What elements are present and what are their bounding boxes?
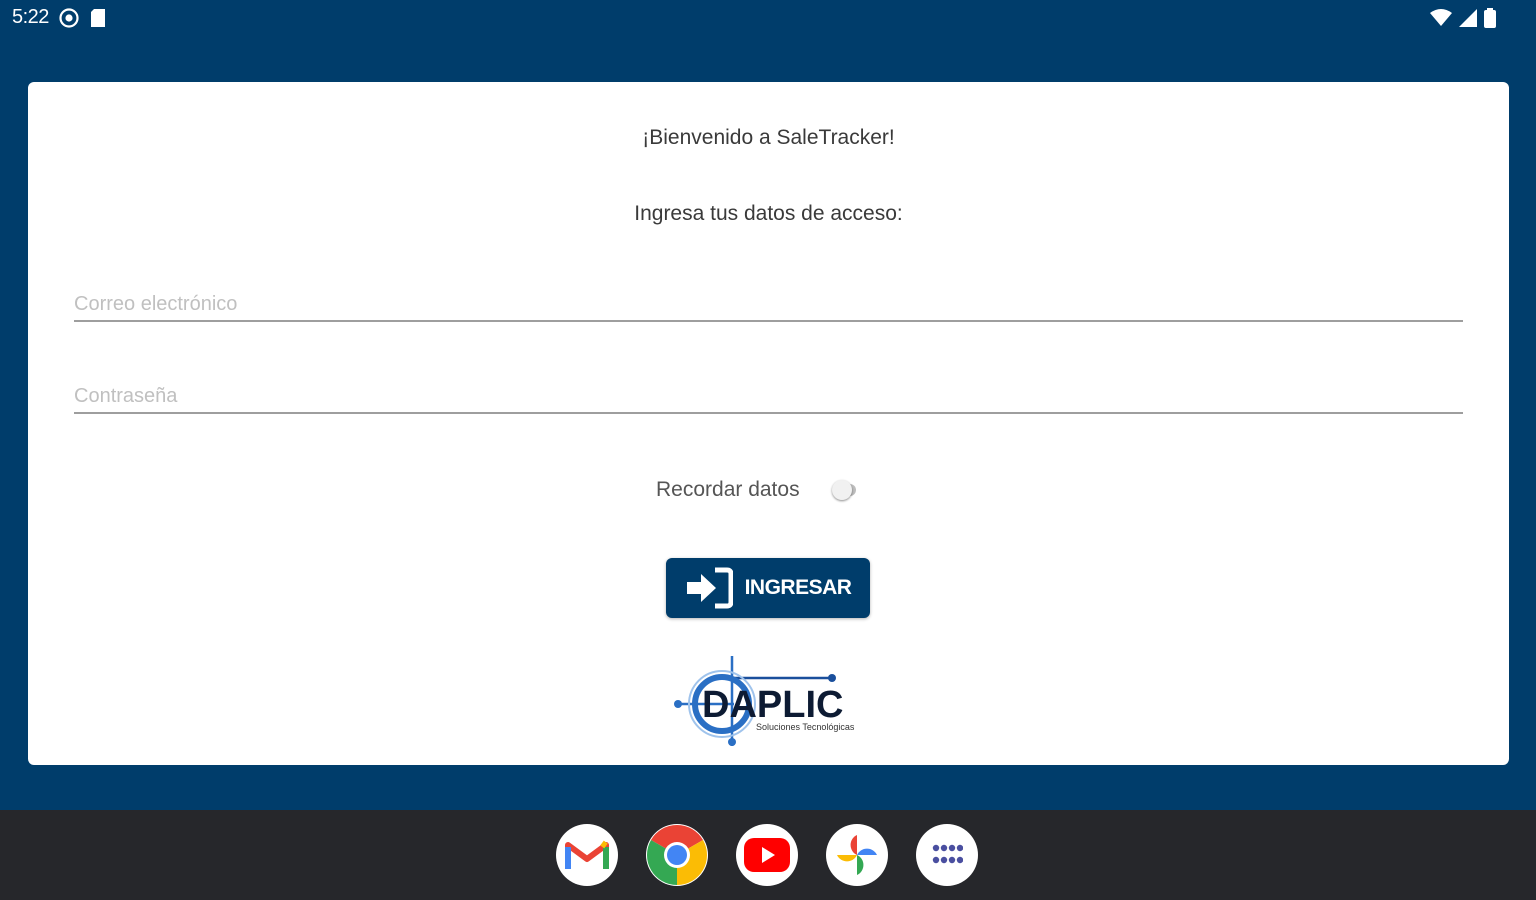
chrome-icon[interactable] <box>646 824 708 886</box>
cell-signal-icon <box>1459 9 1477 27</box>
welcome-title: ¡Bienvenido a SaleTracker! <box>642 126 895 149</box>
app-dock <box>556 824 978 886</box>
login-card: ¡Bienvenido a SaleTracker! Ingresa tus d… <box>28 82 1509 765</box>
sd-card-icon <box>90 8 105 27</box>
password-input[interactable] <box>74 385 1463 408</box>
remember-row: Recordar datos <box>656 478 858 502</box>
login-button-label: INGRESAR <box>744 576 852 599</box>
status-right <box>1430 8 1496 28</box>
nav-bar <box>0 810 1536 900</box>
wifi-icon <box>1430 9 1452 26</box>
logo-letter: DAPLIC <box>702 684 843 726</box>
status-bar: 5:22 <box>0 0 1536 40</box>
login-prompt: Ingresa tus datos de acceso: <box>634 202 903 225</box>
sign-in-icon <box>686 567 733 609</box>
daplic-logo-graphic: DAPLIC Soluciones Tecnológicas <box>674 656 855 746</box>
battery-icon <box>1484 8 1496 28</box>
daplic-logo: DAPLIC Soluciones Tecnológicas <box>674 654 874 748</box>
status-left: 5:22 <box>12 6 107 29</box>
app-drawer-icon[interactable] <box>916 824 978 886</box>
email-field <box>74 280 1463 322</box>
email-input[interactable] <box>74 293 1463 316</box>
gmail-icon[interactable] <box>556 824 618 886</box>
youtube-icon[interactable] <box>736 824 798 886</box>
status-time: 5:22 <box>12 6 49 28</box>
remember-toggle[interactable] <box>831 479 858 501</box>
toggle-thumb <box>831 480 852 500</box>
settings-circle-icon <box>59 7 79 28</box>
photos-icon[interactable] <box>826 824 888 886</box>
remember-label: Recordar datos <box>656 478 800 501</box>
login-button[interactable]: INGRESAR <box>666 558 870 618</box>
logo-tagline: Soluciones Tecnológicas <box>756 722 855 732</box>
password-field <box>74 372 1463 414</box>
